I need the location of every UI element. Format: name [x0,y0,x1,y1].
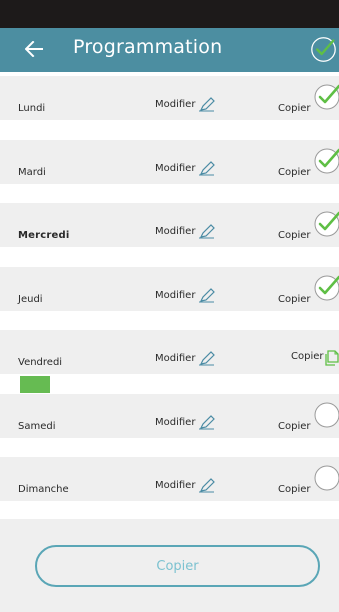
empty-circle-icon[interactable] [312,461,339,491]
footer: Copier [0,519,339,612]
copy-label: Copier [278,230,311,241]
modify-button[interactable]: Modifier [155,477,216,493]
pencil-icon [199,415,216,430]
day-row-lundi: Lundi Modifier Copier [0,76,339,120]
day-label: Vendredi [18,357,63,368]
modify-label: Modifier [155,416,196,428]
modify-label: Modifier [155,98,196,110]
modify-button[interactable]: Modifier [155,350,216,366]
pencil-icon [199,478,216,493]
day-row-mardi: Mardi Modifier Copier [0,140,339,184]
app-bar: Programmation [0,28,339,72]
day-row-samedi: Samedi Modifier Copier [0,394,339,438]
modify-label: Modifier [155,162,196,174]
status-bar [0,0,339,28]
day-label: Lundi [18,103,46,114]
check-circle-icon[interactable] [310,36,337,63]
copy-label: Copier [278,167,311,178]
check-circle-icon[interactable] [312,144,339,174]
day-label: Dimanche [18,484,69,495]
copy-label: Copier [278,103,311,114]
day-row-vendredi: Vendredi Modifier Copier [0,330,339,374]
copy-label: Copier [278,294,311,305]
pencil-icon [199,97,216,112]
copy-label: Copier [278,421,311,432]
day-row-dimanche: Dimanche Modifier Copier [0,457,339,501]
modify-label: Modifier [155,352,196,364]
day-row-mercredi: Mercredi Modifier Copier [0,203,339,247]
modify-button[interactable]: Modifier [155,223,216,239]
modify-button[interactable]: Modifier [155,96,216,112]
back-button[interactable] [22,37,46,61]
modify-button[interactable]: Modifier [155,414,216,430]
day-label: Samedi [18,421,56,432]
copy-button[interactable]: Copier [35,545,320,587]
pencil-icon [199,288,216,303]
day-label: Mercredi [18,230,70,241]
copy-label: Copier [291,351,324,362]
check-circle-icon[interactable] [312,207,339,237]
check-circle-icon[interactable] [312,80,339,110]
modify-label: Modifier [155,479,196,491]
modify-button[interactable]: Modifier [155,160,216,176]
empty-circle-icon[interactable] [312,398,339,428]
arrow-left-icon [25,41,43,57]
copy-document-icon[interactable] [325,350,339,366]
copy-label: Copier [278,484,311,495]
day-row-jeudi: Jeudi Modifier Copier [0,267,339,311]
page-title: Programmation [73,36,223,58]
pencil-icon [199,351,216,366]
pencil-icon [199,224,216,239]
day-label: Mardi [18,167,46,178]
modify-label: Modifier [155,225,196,237]
modify-label: Modifier [155,289,196,301]
day-label: Jeudi [18,294,43,305]
modify-button[interactable]: Modifier [155,287,216,303]
active-day-marker [20,376,50,393]
pencil-icon [199,161,216,176]
check-circle-icon[interactable] [312,271,339,301]
